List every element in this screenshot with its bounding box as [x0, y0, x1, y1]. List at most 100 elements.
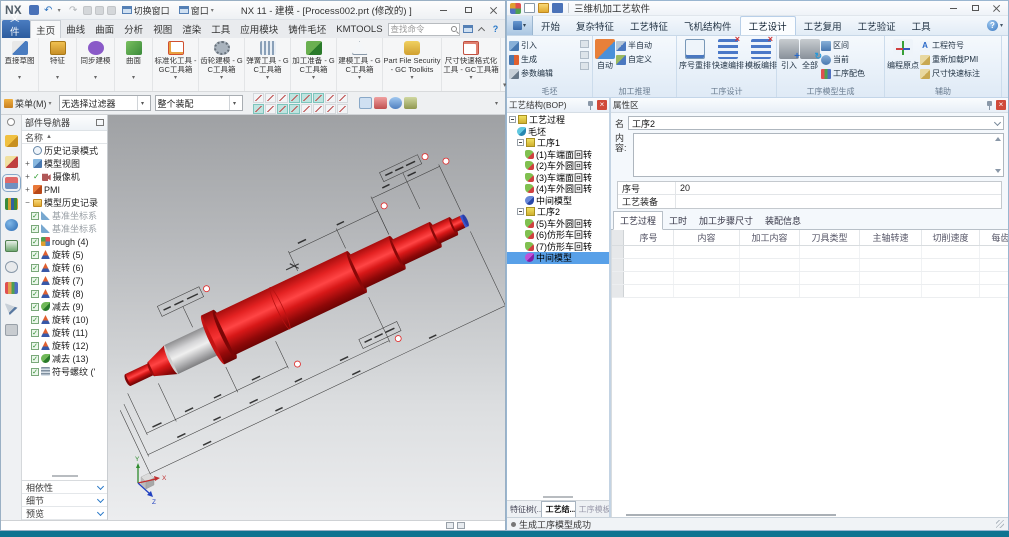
cam-tab-4[interactable]: 飞机结构件 [676, 16, 740, 35]
snap-rotate-icon[interactable] [337, 93, 348, 103]
resize-grip[interactable] [996, 520, 1004, 528]
cam-tab-5[interactable]: 工艺设计 [740, 16, 796, 35]
nx-file-tab[interactable]: 文件(F) [2, 20, 30, 38]
snap-midpoint-icon[interactable] [277, 93, 288, 103]
checkbox-icon[interactable]: ✓ [31, 368, 39, 376]
history-icon[interactable] [5, 261, 18, 273]
cam-tab-6[interactable]: 工艺复用 [796, 16, 850, 35]
nav-item[interactable]: ✓旋转 (8) [22, 287, 107, 300]
column-header-6[interactable]: 切削速度 [922, 230, 980, 245]
table-row[interactable] [612, 259, 1008, 272]
expander-icon[interactable]: − [24, 198, 31, 207]
help-icon[interactable]: ? [490, 23, 502, 35]
switch-window-button[interactable]: 切换窗口 [119, 3, 173, 18]
save-icon[interactable] [29, 5, 39, 15]
kv-value[interactable]: 20 [676, 183, 1001, 193]
expander-icon[interactable]: + [24, 185, 31, 194]
window-button[interactable]: 窗口▾ [176, 3, 220, 18]
checkbox-icon[interactable]: ✓ [31, 303, 39, 311]
button-reload-pmi[interactable]: 重新加载PMI [920, 53, 980, 66]
snap-curve-icon[interactable] [289, 93, 300, 103]
bop-item[interactable]: (2)车外圆回转 [507, 160, 609, 172]
command-search-input[interactable]: 查找命令 [388, 23, 460, 36]
reuse-library-icon[interactable] [5, 198, 18, 210]
snap-quadrant-icon[interactable] [325, 93, 336, 103]
tool-icon[interactable] [580, 51, 589, 59]
save-file-icon[interactable] [552, 3, 563, 13]
toolbar-overflow-icon[interactable]: ▾ [495, 100, 502, 107]
nx-tab-4[interactable]: 分析 [119, 20, 148, 38]
pin-icon[interactable] [986, 100, 994, 110]
bop-item[interactable]: (5)车外圆回转 [507, 218, 609, 230]
nx-tab-8[interactable]: 应用模块 [235, 20, 283, 38]
cam-close-button[interactable] [986, 1, 1008, 16]
nav-item[interactable]: −模型历史记录 [22, 196, 107, 209]
journal-icon[interactable] [5, 324, 18, 336]
cam-tab-2[interactable]: 复杂特征 [568, 16, 622, 35]
bop-item[interactable]: (6)仿形车回转 [507, 229, 609, 241]
snap-work-plane-icon[interactable] [253, 93, 264, 103]
render-style-icon[interactable] [389, 97, 402, 109]
undo-dropdown-icon[interactable]: ▾ [58, 7, 64, 14]
nav-item[interactable]: 历史记录模式 [22, 144, 107, 157]
roles-icon[interactable] [5, 282, 18, 294]
checkbox-icon[interactable]: ✓ [31, 290, 39, 298]
show-hide-icon[interactable] [374, 97, 387, 109]
bop-tab-1[interactable]: 特征树(... [507, 501, 541, 517]
checkbox-icon[interactable]: ✓ [31, 277, 39, 285]
ribbon-button-spring-tools[interactable]: 弹簧工具 - GC工具箱▾ [245, 38, 291, 91]
bop-close-icon[interactable]: × [597, 100, 607, 110]
cam-maximize-button[interactable] [964, 1, 986, 16]
snap-circle-icon[interactable] [301, 104, 312, 114]
button-quick-dim[interactable]: 尺寸快速标注 [920, 67, 980, 80]
status-icon-1[interactable] [446, 522, 454, 529]
assembly-navigator-icon[interactable] [5, 135, 18, 147]
button-current[interactable]: 当前 [821, 53, 865, 66]
column-header-7[interactable]: 每齿进给 [980, 230, 1008, 245]
button-eng-symbol[interactable]: 工程符号 [920, 39, 980, 52]
checkbox-icon[interactable]: ✓ [31, 251, 39, 259]
pin-icon[interactable] [587, 100, 595, 110]
undo-icon[interactable]: ↶ [42, 4, 55, 17]
snap-line-icon[interactable] [265, 104, 276, 114]
ribbon-button-surface[interactable]: 曲面▾ [115, 38, 153, 91]
button-origin[interactable]: 编程原点 [887, 38, 919, 86]
status-icon-2[interactable] [457, 522, 465, 529]
column-header-3[interactable]: 加工内容 [740, 230, 800, 245]
ribbon-button-modeling-tools[interactable]: 建模工具 - GC工具箱▾ [337, 38, 383, 91]
cam-tab-8[interactable]: 工具 [904, 16, 939, 35]
collapse-icon[interactable] [509, 116, 516, 123]
snap-endpoint-icon[interactable] [265, 93, 276, 103]
button-param-edit[interactable]: 参数编辑 [509, 67, 553, 80]
operation-name-combo[interactable]: 工序2 [628, 116, 1004, 130]
bop-tab-2[interactable]: 工艺结... [541, 501, 575, 517]
row-selector[interactable] [612, 246, 624, 258]
bop-item[interactable]: (1)车端面回转 [507, 149, 609, 161]
nav-item[interactable]: ✓旋转 (12) [22, 339, 107, 352]
visualization-icon[interactable] [404, 97, 417, 109]
menu-button[interactable]: 菜单(M)▾ [4, 97, 55, 110]
checkbox-icon[interactable]: ✓ [31, 238, 39, 246]
gallery-icon[interactable] [462, 23, 474, 35]
expander-icon[interactable]: + [24, 172, 31, 181]
scroll-down-icon[interactable] [995, 169, 1001, 173]
checkbox-icon[interactable]: ✓ [31, 225, 39, 233]
snap-spline-pole-icon[interactable] [277, 104, 288, 114]
column-header-4[interactable]: 刀具类型 [800, 230, 860, 245]
button-range[interactable]: 区间 [821, 39, 865, 52]
snap-vertex-icon[interactable] [289, 104, 300, 114]
selection-scope-combo[interactable]: 整个装配▾ [155, 95, 243, 111]
row-selector[interactable] [612, 285, 624, 297]
column-header-1[interactable]: 序号 [624, 230, 674, 245]
cam-app-menu-button[interactable]: ▾ [507, 16, 533, 35]
ribbon-button-machining-prep[interactable]: 加工准备 - GC工具箱▾ [291, 38, 337, 91]
nav-item[interactable]: +PMI [22, 183, 107, 196]
nx-tab-5[interactable]: 视图 [148, 20, 177, 38]
row-selector[interactable] [612, 259, 624, 271]
nav-item[interactable]: +模型视图 [22, 157, 107, 170]
nav-item[interactable]: ✓减去 (13) [22, 352, 107, 365]
nx-minimize-button[interactable] [433, 3, 455, 18]
nx-maximize-button[interactable] [458, 3, 480, 18]
bop-item[interactable]: (3)车端面回转 [507, 172, 609, 184]
web-browser-icon[interactable] [5, 240, 18, 252]
